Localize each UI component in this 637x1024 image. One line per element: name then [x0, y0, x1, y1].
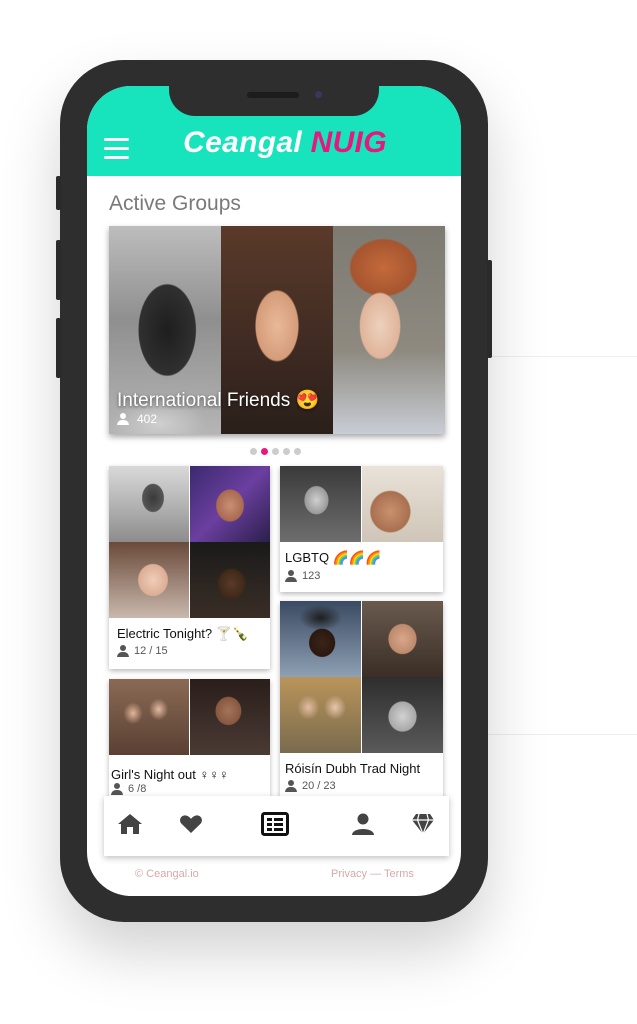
member-photo — [190, 466, 270, 542]
member-count-value: 20 / 23 — [302, 780, 336, 792]
member-photo — [362, 677, 443, 753]
volume-down-button — [56, 318, 61, 378]
featured-group-name: International Friends 😍 — [117, 390, 320, 411]
member-photo — [333, 226, 445, 434]
member-photo — [362, 601, 443, 677]
carousel-pagination — [250, 448, 301, 455]
member-photo — [280, 601, 361, 677]
nav-favorites[interactable] — [175, 810, 207, 838]
member-photo — [109, 466, 189, 542]
carousel-dot[interactable] — [294, 448, 301, 455]
group-card-electric-tonight[interactable]: Electric Tonight? 🍸🍾 12 / 15 — [109, 466, 270, 669]
footer-legal-links[interactable]: Privacy — Terms — [331, 868, 414, 880]
background-divider — [484, 734, 637, 735]
carousel-dot[interactable] — [272, 448, 279, 455]
group-card-girls-night-out[interactable]: Girl's Night out ♀♀♀ 6 /8 — [109, 679, 270, 796]
silent-switch — [56, 176, 61, 210]
group-member-count: 20 / 23 — [285, 780, 336, 792]
app-title: Ceangal NUIG — [87, 126, 461, 160]
group-member-count: 123 — [285, 570, 320, 582]
member-photo — [109, 542, 189, 618]
phone-frame: Ceangal NUIG Active Groups International… — [56, 60, 492, 922]
speaker-grille — [247, 92, 299, 98]
group-name: Róisín Dubh Trad Night — [285, 761, 421, 776]
featured-group-card[interactable]: International Friends 😍 402 — [109, 226, 445, 434]
power-button — [487, 260, 492, 358]
user-icon — [352, 813, 374, 835]
member-photo — [362, 466, 443, 542]
list-icon — [261, 812, 289, 836]
person-icon — [285, 780, 297, 792]
member-photo — [190, 542, 270, 618]
nav-profile[interactable] — [347, 810, 379, 838]
member-count-value: 6 /8 — [128, 783, 147, 795]
heart-icon — [180, 815, 202, 833]
member-count-value: 12 / 15 — [134, 645, 168, 657]
nav-groups[interactable] — [259, 810, 291, 838]
carousel-dot-active[interactable] — [261, 448, 268, 455]
diamond-icon — [412, 813, 434, 835]
phone-screen: Ceangal NUIG Active Groups International… — [87, 86, 461, 896]
group-name: LGBTQ 🌈🌈🌈 — [285, 550, 382, 565]
group-card-roisin-dubh-trad-night[interactable]: Róisín Dubh Trad Night 20 / 23 — [280, 601, 443, 801]
person-icon — [111, 783, 123, 795]
carousel-dot[interactable] — [283, 448, 290, 455]
person-icon — [117, 413, 129, 425]
background-divider — [484, 356, 637, 357]
group-name: Electric Tonight? 🍸🍾 — [117, 626, 249, 641]
member-count-value: 402 — [137, 412, 158, 426]
person-icon — [285, 570, 297, 582]
front-camera — [315, 91, 322, 98]
footer-copyright[interactable]: © Ceangal.io — [135, 868, 199, 880]
section-title: Active Groups — [109, 192, 241, 215]
featured-group-member-count: 402 — [117, 412, 157, 426]
bottom-navigation — [104, 796, 449, 856]
member-photo — [109, 679, 189, 755]
member-photo — [190, 679, 270, 755]
group-name: Girl's Night out ♀♀♀ — [111, 767, 229, 782]
phone-notch — [169, 86, 379, 116]
member-count-value: 123 — [302, 570, 321, 582]
person-icon — [117, 645, 129, 657]
group-member-count: 6 /8 — [111, 783, 146, 795]
nav-home[interactable] — [114, 810, 146, 838]
app-title-accent: NUIG — [310, 126, 387, 159]
group-card-lgbtq[interactable]: LGBTQ 🌈🌈🌈 123 — [280, 466, 443, 592]
group-member-count: 12 / 15 — [117, 645, 168, 657]
app-title-main: Ceangal — [183, 126, 302, 159]
member-photo — [280, 466, 361, 542]
nav-premium[interactable] — [407, 810, 439, 838]
carousel-dot[interactable] — [250, 448, 257, 455]
volume-up-button — [56, 240, 61, 300]
home-icon — [118, 814, 142, 834]
member-photo — [280, 677, 361, 753]
